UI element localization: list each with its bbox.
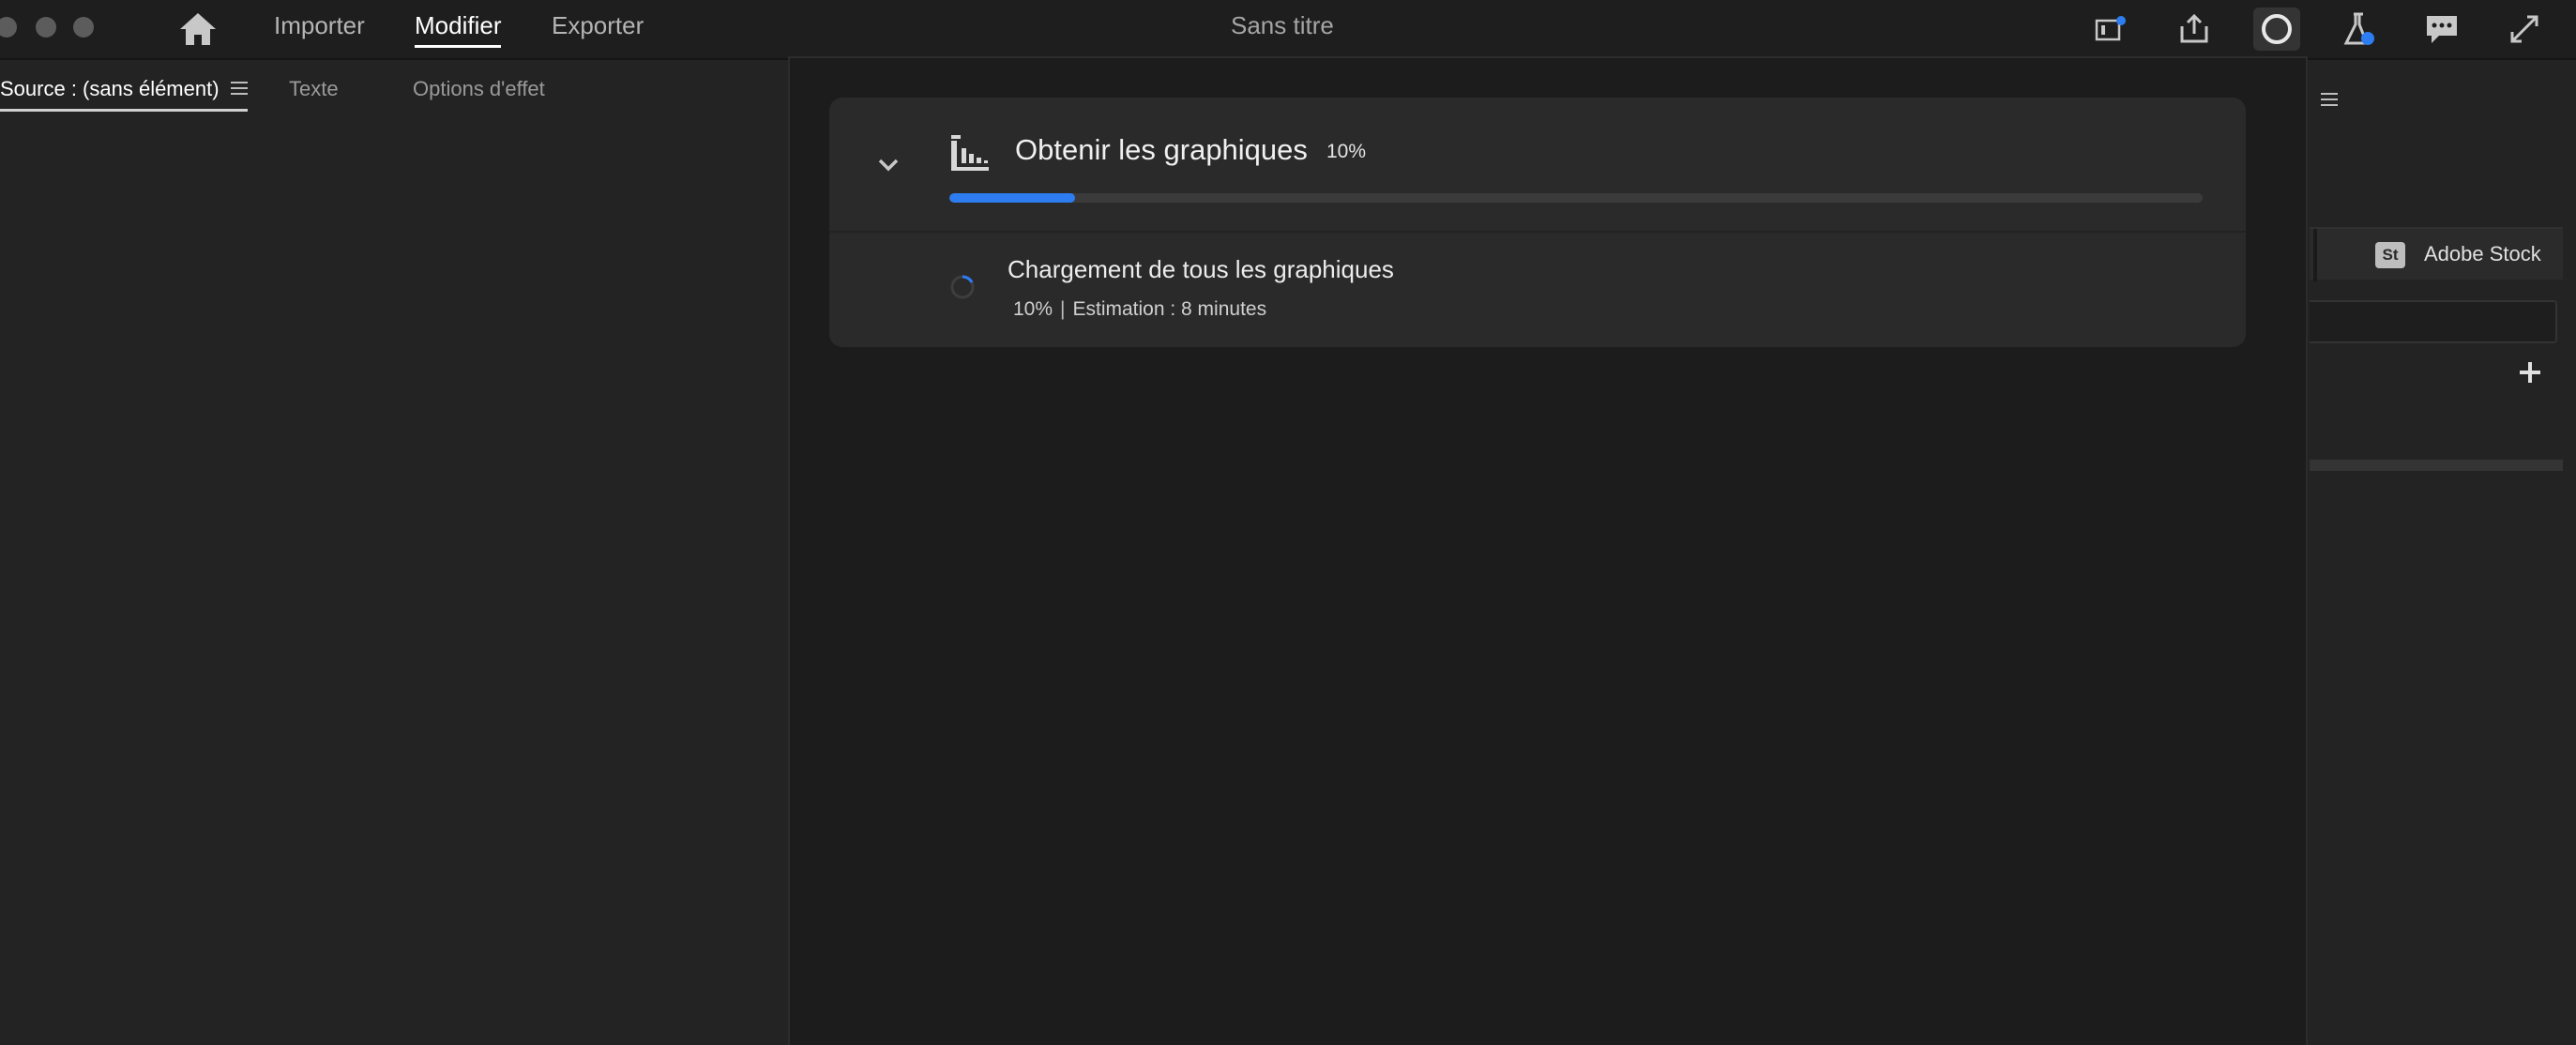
- task-title: Chargement de tous les graphiques: [1008, 255, 1394, 283]
- panel-menu-icon[interactable]: [2321, 92, 2338, 107]
- progress-card-header: Obtenir les graphiques 10%: [829, 98, 2246, 233]
- window-minimize-button[interactable]: [36, 17, 56, 38]
- task-meta: 10% | Estimation : 8 minutes: [1013, 298, 1266, 321]
- chevron-down-icon[interactable]: [874, 156, 902, 174]
- right-panel: St Adobe Stock: [2310, 62, 2576, 1045]
- nav-export[interactable]: Exporter: [552, 11, 644, 40]
- progress-percent: 10%: [1326, 141, 1367, 162]
- adobe-stock-icon: St: [2375, 242, 2405, 268]
- source-panel: Source : (sans élément) Texte Options d'…: [0, 62, 784, 1045]
- active-tab-indicator: [0, 109, 248, 112]
- window-close-button[interactable]: [0, 17, 17, 38]
- progress-popover: Obtenir les graphiques 10% Chargement de…: [788, 56, 2308, 1045]
- home-icon[interactable]: [178, 11, 218, 47]
- tab-adobe-stock[interactable]: Adobe Stock: [2424, 242, 2541, 266]
- progress-card: Obtenir les graphiques 10% Chargement de…: [829, 98, 2246, 347]
- progress-title: Obtenir les graphiques: [1015, 133, 1308, 166]
- tab-text[interactable]: Texte: [289, 77, 339, 101]
- task-percent: 10%: [1013, 298, 1053, 320]
- share-export-icon[interactable]: [2171, 8, 2218, 51]
- stock-tab-bar: St Adobe Stock: [2310, 227, 2563, 281]
- search-input[interactable]: [2310, 300, 2557, 343]
- tab-effect-options[interactable]: Options d'effet: [413, 77, 545, 101]
- tab-divider: [2313, 229, 2317, 281]
- add-icon[interactable]: [2518, 360, 2542, 385]
- graphics-folder-icon: [951, 135, 989, 171]
- window-zoom-button[interactable]: [73, 17, 94, 38]
- feedback-icon[interactable]: [2418, 8, 2465, 51]
- document-title: Sans titre: [1231, 11, 1334, 39]
- panel-divider: [2310, 460, 2563, 471]
- beta-labs-icon[interactable]: [2336, 8, 2383, 51]
- progress-ring-icon[interactable]: [2253, 8, 2300, 51]
- progress-bar-fill: [949, 193, 1075, 203]
- loading-spinner-icon: [950, 275, 975, 299]
- title-bar: Importer Modifier Exporter Sans titre: [0, 0, 2576, 60]
- panel-menu-icon[interactable]: [231, 81, 248, 96]
- nav-import[interactable]: Importer: [274, 11, 365, 40]
- task-estimate: Estimation : 8 minutes: [1072, 298, 1267, 320]
- tab-source[interactable]: Source : (sans élément): [0, 77, 220, 101]
- fullscreen-icon[interactable]: [2501, 8, 2548, 51]
- progress-bar: [949, 193, 2203, 203]
- workspace-notification-icon[interactable]: [2088, 8, 2135, 51]
- app-window: Importer Modifier Exporter Sans titre So…: [0, 0, 2576, 1045]
- nav-edit[interactable]: Modifier: [415, 11, 502, 48]
- task-meta-separator: |: [1060, 298, 1066, 320]
